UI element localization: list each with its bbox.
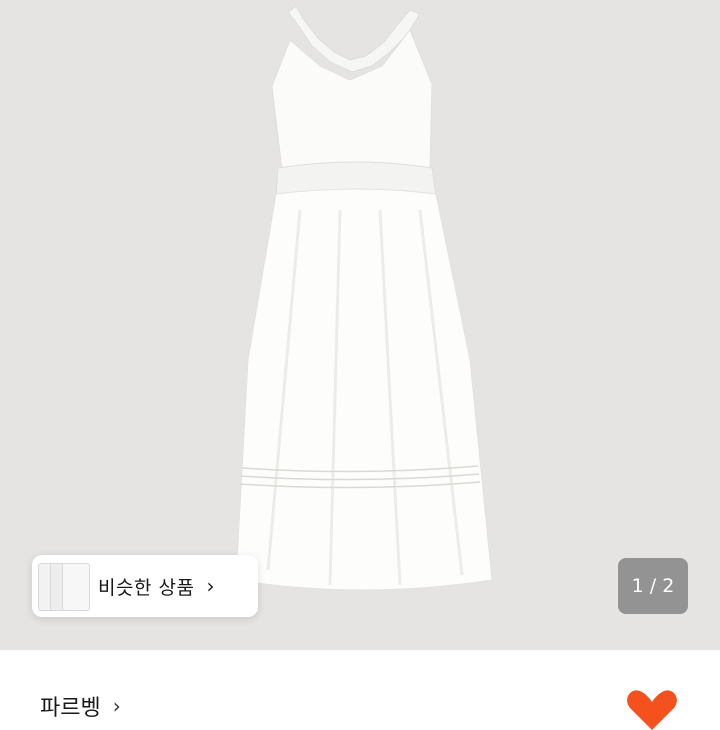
image-page-counter: 1 / 2 <box>618 558 688 614</box>
shop-name: 파르벵 <box>40 696 101 721</box>
similar-products-button[interactable]: 비슷한 상품 › <box>32 555 258 617</box>
white-dress-image <box>235 5 493 591</box>
heart-icon[interactable] <box>626 690 678 730</box>
similar-thumbnails <box>32 555 92 617</box>
thumbnail <box>62 563 90 611</box>
chevron-right-icon: › <box>112 694 121 718</box>
shop-name-link[interactable]: 파르벵 › <box>40 690 121 722</box>
similar-products-label: 비슷한 상품 <box>98 576 195 599</box>
product-image[interactable]: 비슷한 상품 › 1 / 2 <box>0 0 720 650</box>
chevron-right-icon: › <box>206 574 215 598</box>
